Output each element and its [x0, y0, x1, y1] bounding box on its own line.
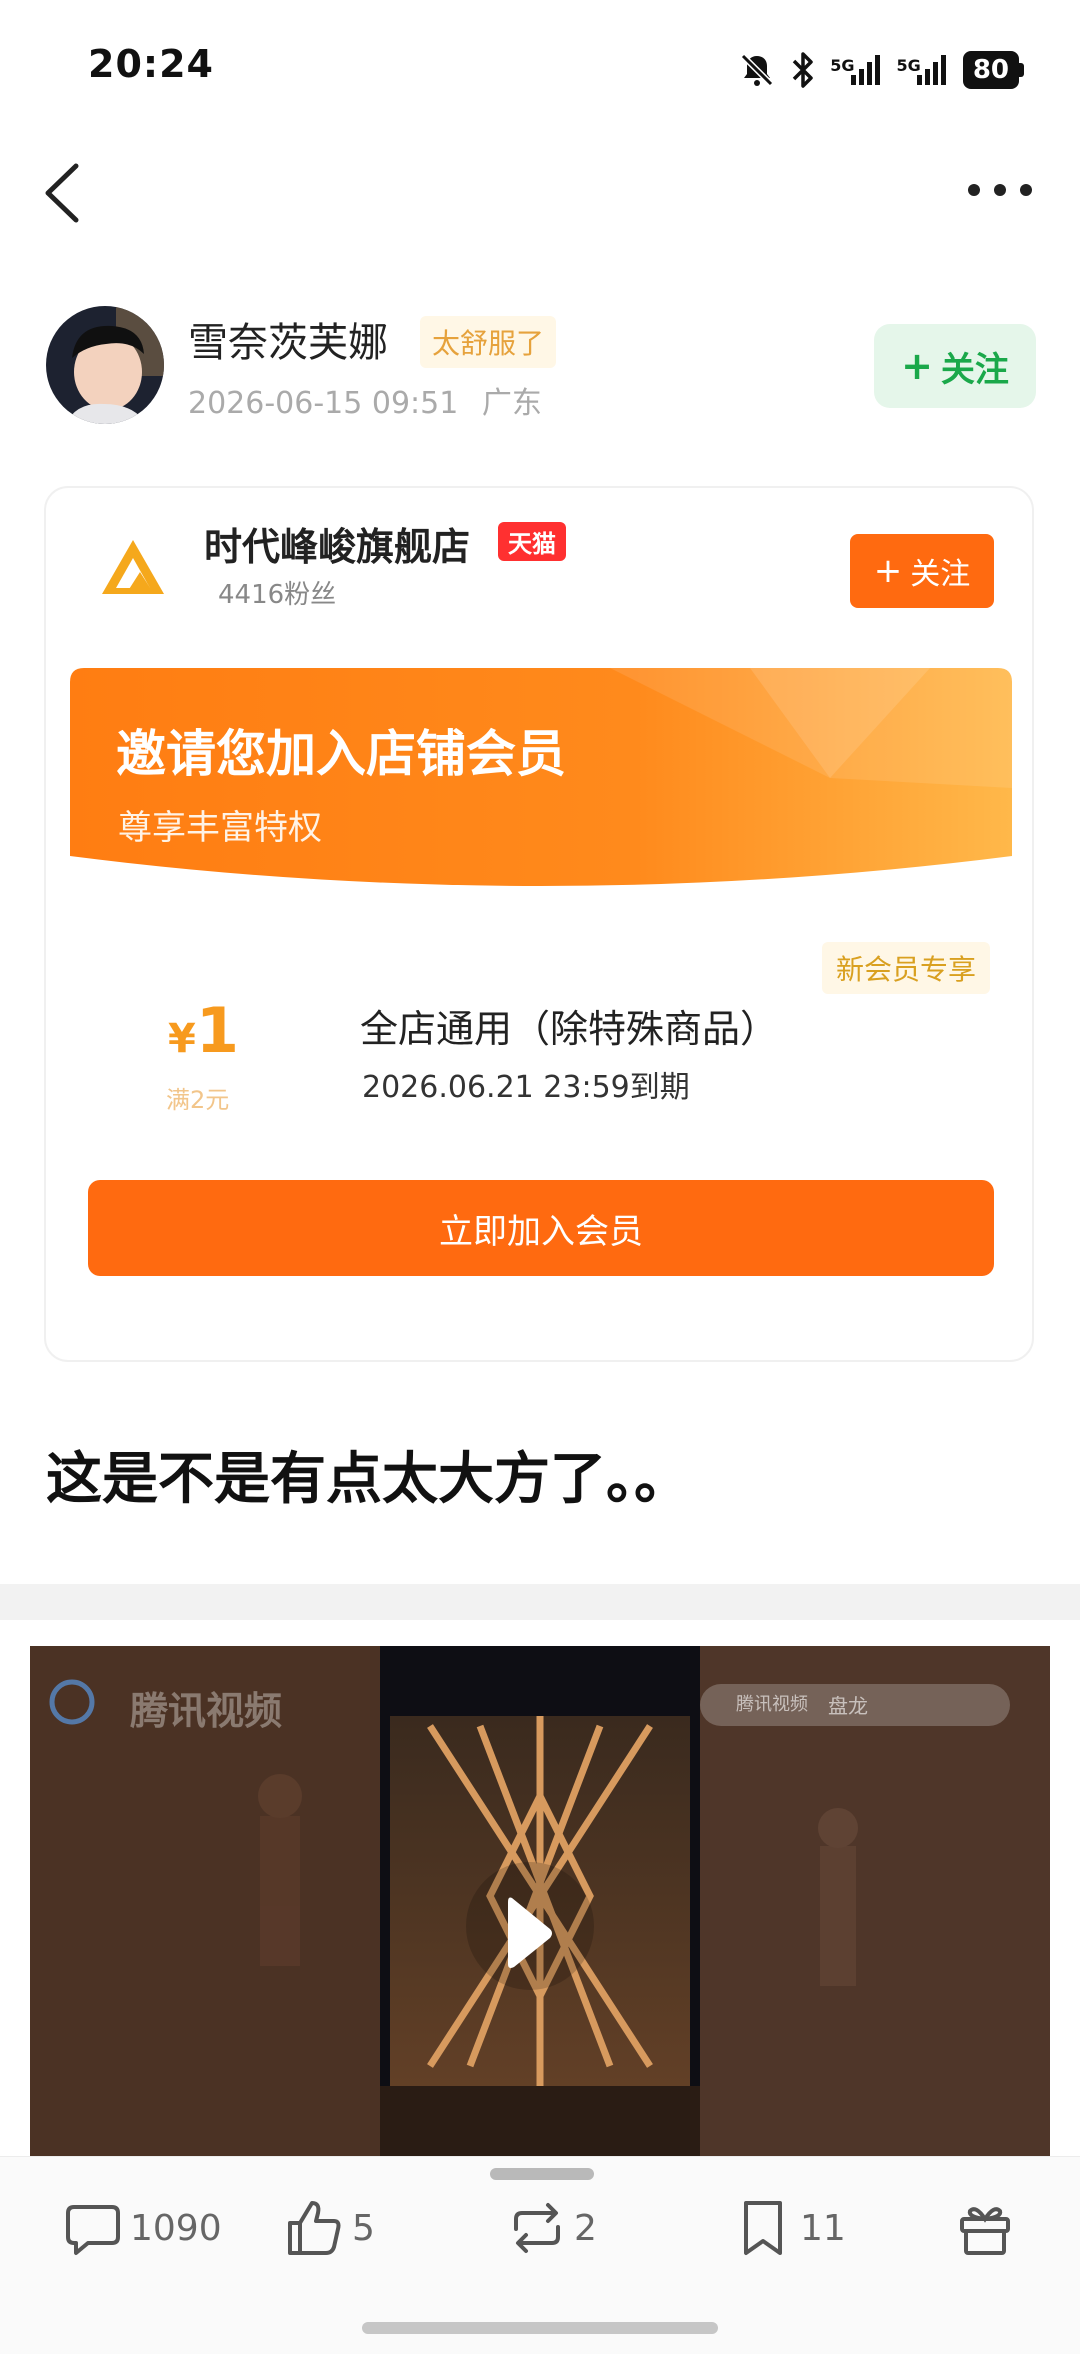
- plus-icon: +: [873, 551, 903, 591]
- avatar[interactable]: [46, 306, 164, 424]
- back-icon[interactable]: [38, 160, 88, 226]
- post-text: 这是不是有点太大方了。。: [46, 1447, 690, 1512]
- like-count: 5: [352, 2207, 375, 2249]
- shop-follow-button[interactable]: + 关注: [850, 534, 994, 608]
- follow-button[interactable]: + 关注: [874, 324, 1036, 408]
- coupon-amount: ¥1: [168, 994, 239, 1067]
- gift-action[interactable]: [956, 2196, 1014, 2260]
- status-icons: 5G 5G 80: [738, 48, 1024, 92]
- gift-icon: [960, 2207, 1010, 2255]
- follow-label: 关注: [940, 349, 1009, 390]
- signal-label-2: 5G: [896, 56, 921, 75]
- coupon-condition: 满2元: [166, 1086, 230, 1114]
- video-watermark: 腾讯视频: [130, 1689, 283, 1733]
- comment-count: 1090: [130, 2207, 222, 2249]
- signal-group-2: 5G: [897, 53, 949, 87]
- video-mini-title: 盘龙: [828, 1694, 868, 1718]
- new-member-tag: 新会员专享: [822, 942, 991, 994]
- comment-icon: [66, 2205, 120, 2255]
- shop-logo[interactable]: [98, 532, 168, 602]
- like-action[interactable]: 5: [286, 2196, 375, 2260]
- drag-handle[interactable]: [490, 2168, 594, 2180]
- post-location: 广东: [481, 386, 542, 421]
- signal-group-1: 5G: [830, 53, 882, 87]
- banner-title: 邀请您加入店铺会员: [116, 725, 566, 783]
- shop-follow-label: 关注: [910, 557, 971, 592]
- author-tag: 太舒服了: [420, 316, 557, 368]
- coupon-value: 1: [195, 994, 239, 1067]
- favorite-action[interactable]: 11: [734, 2196, 846, 2260]
- battery-icon: 80: [962, 51, 1024, 89]
- status-time: 20:24: [88, 42, 214, 86]
- like-icon: [288, 2201, 341, 2255]
- banner-subtitle: 尊享丰富特权: [118, 808, 322, 848]
- home-indicator[interactable]: [362, 2322, 718, 2334]
- shop-fans: 4416粉丝: [218, 580, 337, 610]
- join-member-button[interactable]: 立即加入会员: [88, 1180, 994, 1276]
- signal-label-1: 5G: [830, 56, 855, 75]
- bookmark-icon: [744, 2201, 782, 2255]
- repost-icon: [514, 2203, 560, 2253]
- bluetooth-icon: [793, 52, 814, 88]
- repost-action[interactable]: 2: [508, 2196, 597, 2260]
- shop-name[interactable]: 时代峰峻旗舰店: [204, 516, 470, 571]
- author-name[interactable]: 雪奈茨芙娜: [188, 310, 388, 368]
- plus-icon: +: [901, 344, 933, 388]
- section-divider: [0, 1584, 1080, 1620]
- repost-count: 2: [574, 2207, 597, 2249]
- coupon-title: 全店通用（除特殊商品）: [360, 1007, 779, 1051]
- coupon-expiry: 2026.06.21 23:59到期: [362, 1070, 690, 1105]
- membership-banner: [70, 668, 1012, 886]
- play-icon[interactable]: [506, 1892, 554, 1974]
- tmall-badge: 天猫: [498, 522, 566, 561]
- battery-level: 80: [962, 51, 1019, 89]
- currency-symbol: ¥: [168, 1016, 196, 1062]
- post-meta: 2026-06-15 09:51 广东: [188, 378, 542, 422]
- video-mini-brand: 腾讯视频: [736, 1694, 808, 1715]
- comment-action[interactable]: 1090: [64, 2196, 222, 2260]
- favorite-count: 11: [800, 2207, 846, 2249]
- more-icon[interactable]: [968, 170, 1032, 210]
- bell-off-icon: [741, 53, 774, 87]
- post-timestamp: 2026-06-15 09:51: [188, 386, 459, 421]
